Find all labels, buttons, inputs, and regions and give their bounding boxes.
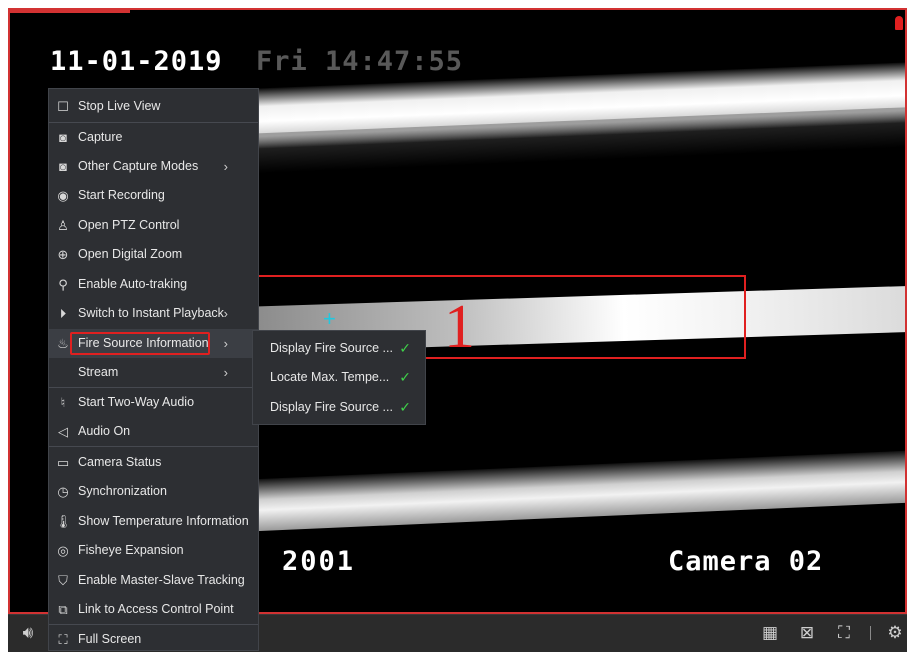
zoom-icon: ⊕ [57,247,69,262]
menu-item-audio-on[interactable]: ◁ Audio On [49,417,258,446]
clock-icon: ◷ [57,484,69,499]
layout-icon[interactable]: ▦ [760,624,780,641]
menu-item-label: Link to Access Control Point [78,602,234,616]
live-view-context-menu: ☐ Stop Live View ◙ Capture ◙ Other Captu… [48,88,259,651]
chevron-right-icon: › [223,159,228,174]
ptz-icon: ♙ [57,218,69,233]
menu-item-label: Audio On [78,424,131,438]
submenu-item-label: Locate Max. Tempe... [270,370,390,384]
microphone-icon: ♮ [60,395,66,410]
speaker-mute-icon: ◁ [58,424,68,439]
menu-item-fisheye-expansion[interactable]: ◎ Fisheye Expansion [49,536,258,565]
toolbar-divider [870,626,871,640]
menu-item-label: Open PTZ Control [78,218,180,232]
menu-item-label: Fire Source Information [78,336,209,350]
recording-indicator-icon [895,16,903,30]
menu-item-enable-master-slave-tracking[interactable]: ⛉ Enable Master-Slave Tracking [49,566,258,595]
menu-item-fire-source-information[interactable]: ♨ Fire Source Information › [49,329,258,358]
menu-divider [49,446,258,447]
menu-item-label: Camera Status [78,455,162,469]
osd-day-time: Fri 14:47:55 [256,46,464,77]
menu-item-open-ptz-control[interactable]: ♙ Open PTZ Control [49,211,258,240]
record-icon: ◉ [57,188,69,203]
volume-icon[interactable]: 🔊︎ [18,624,38,641]
check-icon: ✓ [399,369,411,385]
osd-channel-number: 2001 [282,546,356,577]
menu-item-camera-status[interactable]: ▭ Camera Status [49,448,258,477]
square-icon: ☐ [57,99,69,114]
submenu-item-display-fire-source-1[interactable]: Display Fire Source ... ✓ [253,334,425,363]
menu-item-label: Stream [78,365,119,379]
settings-icon[interactable]: ⚙ [885,624,905,641]
thermometer-icon: 🌡︎ [55,514,72,529]
fullscreen-icon: ⛶ [58,632,68,647]
menu-item-open-digital-zoom[interactable]: ⊕ Open Digital Zoom [49,240,258,269]
camera-status-icon: ▭ [56,455,70,470]
crosshair-icon: + [323,306,336,331]
menu-item-switch-to-instant-playback[interactable]: ⏵ Switch to Instant Playback › [49,299,258,328]
submenu-item-label: Display Fire Source ... [270,341,393,355]
menu-item-show-temperature-information[interactable]: 🌡︎ Show Temperature Information [49,507,258,536]
menu-item-enable-auto-tracking[interactable]: ⚲ Enable Auto-traking [49,270,258,299]
submenu-item-label: Display Fire Source ... [270,400,393,414]
camera-icon: ◙ [59,130,67,145]
menu-item-synchronization[interactable]: ◷ Synchronization [49,477,258,506]
menu-item-label: Enable Auto-traking [78,277,188,291]
region-label: 1 [444,293,475,361]
fisheye-icon: ◎ [57,543,69,558]
tracking-icon: ⛉ [58,573,68,588]
check-icon: ✓ [399,340,411,356]
camera-icon: ◙ [59,159,67,174]
menu-item-stop-live-view[interactable]: ☐ Stop Live View [49,92,258,121]
menu-item-full-screen[interactable]: ⛶ Full Screen [49,625,258,650]
fire-source-submenu: Display Fire Source ... ✓ Locate Max. Te… [252,330,426,425]
menu-item-start-recording[interactable]: ◉ Start Recording [49,181,258,210]
menu-item-label: Fisheye Expansion [78,543,184,557]
menu-item-other-capture-modes[interactable]: ◙ Other Capture Modes › [49,152,258,181]
osd-camera-name: Camera 02 [668,546,824,577]
fullscreen-icon[interactable]: ⛶ [834,624,854,641]
menu-item-label: Start Recording [78,188,165,202]
chevron-right-icon: › [223,336,228,351]
close-all-icon[interactable]: ⊠ [797,624,817,641]
menu-item-label: Capture [78,130,123,144]
fire-icon: ♨ [57,336,69,351]
menu-item-label: Stop Live View [78,99,161,113]
thermal-image-stripe-bottom [229,449,905,533]
chevron-right-icon: › [223,306,228,321]
menu-item-label: Other Capture Modes [78,159,199,173]
menu-item-stream[interactable]: Stream › [49,358,258,387]
menu-item-label: Enable Master-Slave Tracking [78,573,245,587]
menu-item-label: Start Two-Way Audio [78,395,195,409]
submenu-item-display-fire-source-2[interactable]: Display Fire Source ... ✓ [253,393,425,422]
menu-item-label: Show Temperature Information [78,514,249,528]
menu-item-label: Synchronization [78,484,167,498]
check-icon: ✓ [399,399,411,415]
menu-item-link-to-access-control-point[interactable]: ⧉ Link to Access Control Point [49,595,258,624]
menu-item-label: Switch to Instant Playback [78,306,224,320]
submenu-item-locate-max-temperature[interactable]: Locate Max. Tempe... ✓ [253,363,425,392]
menu-item-label: Full Screen [78,632,142,646]
osd-date: 11-01-2019 [50,46,223,77]
link-icon: ⧉ [58,602,68,617]
chevron-right-icon: › [223,365,228,380]
window-accent-bar [10,10,130,13]
menu-item-label: Open Digital Zoom [78,247,183,261]
search-icon: ⚲ [58,277,68,292]
menu-item-start-two-way-audio[interactable]: ♮ Start Two-Way Audio [49,388,258,417]
playback-icon: ⏵ [59,306,67,321]
menu-item-capture[interactable]: ◙ Capture [49,123,258,152]
